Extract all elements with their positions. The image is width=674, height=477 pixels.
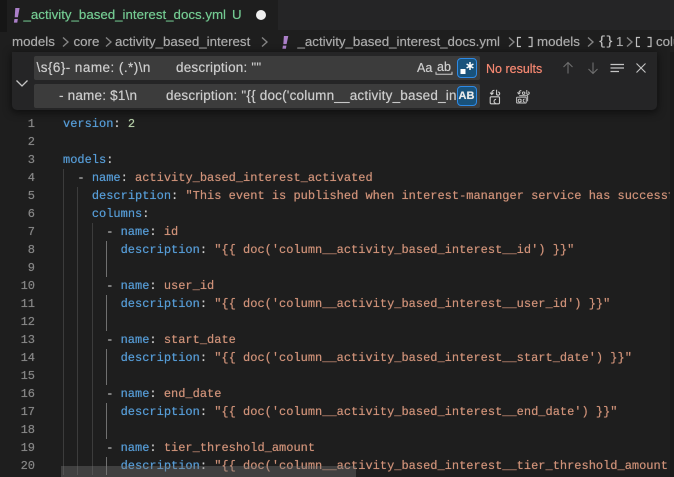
svg-text:ab: ab xyxy=(437,60,451,74)
